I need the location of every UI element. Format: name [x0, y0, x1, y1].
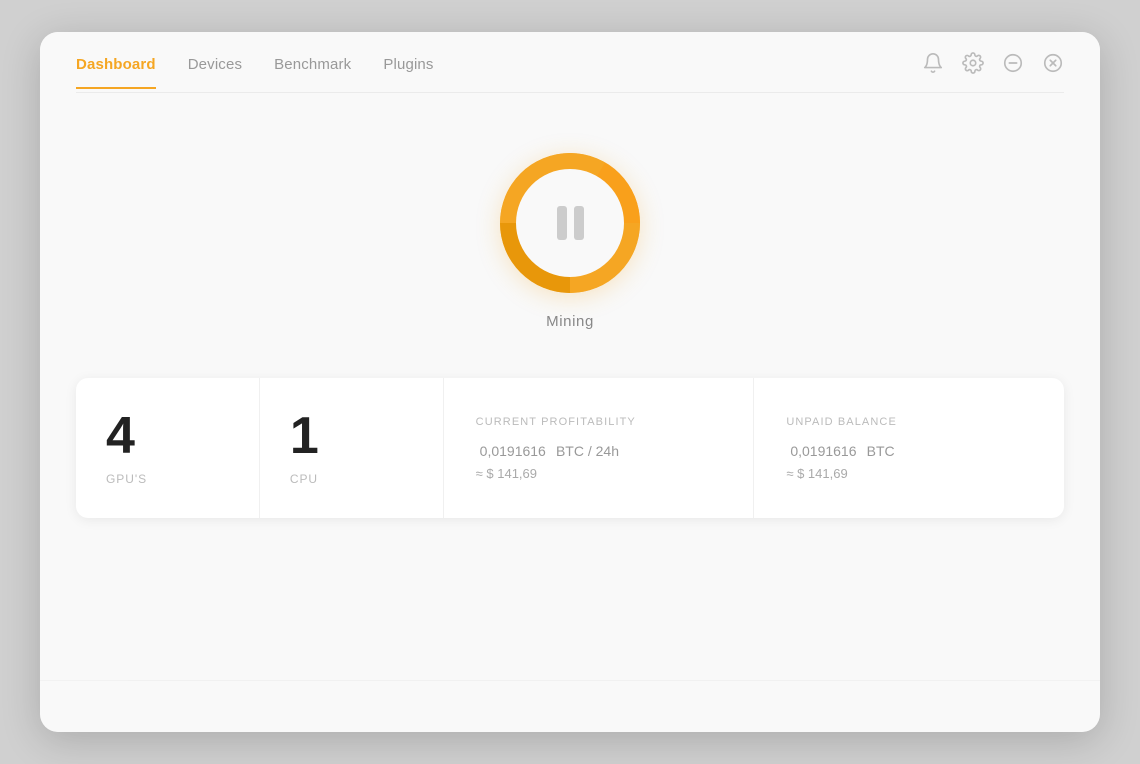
app-window: Dashboard Devices Benchmark Plugins	[40, 32, 1100, 732]
profitability-btc: 0,0191616 BTC / 24h	[476, 436, 619, 462]
minimize-icon[interactable]	[1002, 52, 1024, 78]
close-icon[interactable]	[1042, 52, 1064, 78]
profitability-title: CURRENT PROFITABILITY	[476, 416, 636, 428]
balance-btc: 0,0191616 BTC	[786, 436, 894, 462]
gpu-label: GPU'S	[106, 472, 147, 486]
tab-dashboard[interactable]: Dashboard	[76, 56, 156, 89]
tab-devices[interactable]: Devices	[188, 56, 242, 89]
profitability-usd: ≈ $ 141,69	[476, 466, 537, 481]
balance-usd: ≈ $ 141,69	[786, 466, 847, 481]
cpu-stat-card: 1 CPU	[260, 378, 444, 518]
pause-bar-left	[557, 206, 567, 240]
nav-tabs: Dashboard Devices Benchmark Plugins	[76, 56, 434, 89]
mining-inner-circle	[516, 169, 624, 277]
mining-section: Mining	[500, 153, 640, 330]
gpu-count: 4	[106, 410, 135, 462]
pause-bar-right	[574, 206, 584, 240]
main-content: Mining 4 GPU'S 1 CPU CURRENT PROFITABILI…	[40, 93, 1100, 662]
tab-benchmark[interactable]: Benchmark	[274, 56, 351, 89]
gear-icon[interactable]	[962, 52, 984, 78]
balance-title: UNPAID BALANCE	[786, 416, 897, 428]
balance-card: UNPAID BALANCE 0,0191616 BTC ≈ $ 141,69	[754, 378, 1064, 518]
profitability-card: CURRENT PROFITABILITY 0,0191616 BTC / 24…	[444, 378, 755, 518]
gpu-stat-card: 4 GPU'S	[76, 378, 260, 518]
bell-icon[interactable]	[922, 52, 944, 78]
cpu-label: CPU	[290, 472, 318, 486]
nav-bar: Dashboard Devices Benchmark Plugins	[40, 32, 1100, 92]
mining-toggle-button[interactable]	[500, 153, 640, 293]
tab-plugins[interactable]: Plugins	[383, 56, 433, 89]
bottom-bar	[40, 680, 1100, 732]
cpu-count: 1	[290, 410, 319, 462]
mining-label: Mining	[546, 313, 594, 330]
pause-icon	[557, 206, 584, 240]
nav-actions	[922, 52, 1064, 92]
stats-row: 4 GPU'S 1 CPU CURRENT PROFITABILITY 0,01…	[76, 378, 1064, 518]
